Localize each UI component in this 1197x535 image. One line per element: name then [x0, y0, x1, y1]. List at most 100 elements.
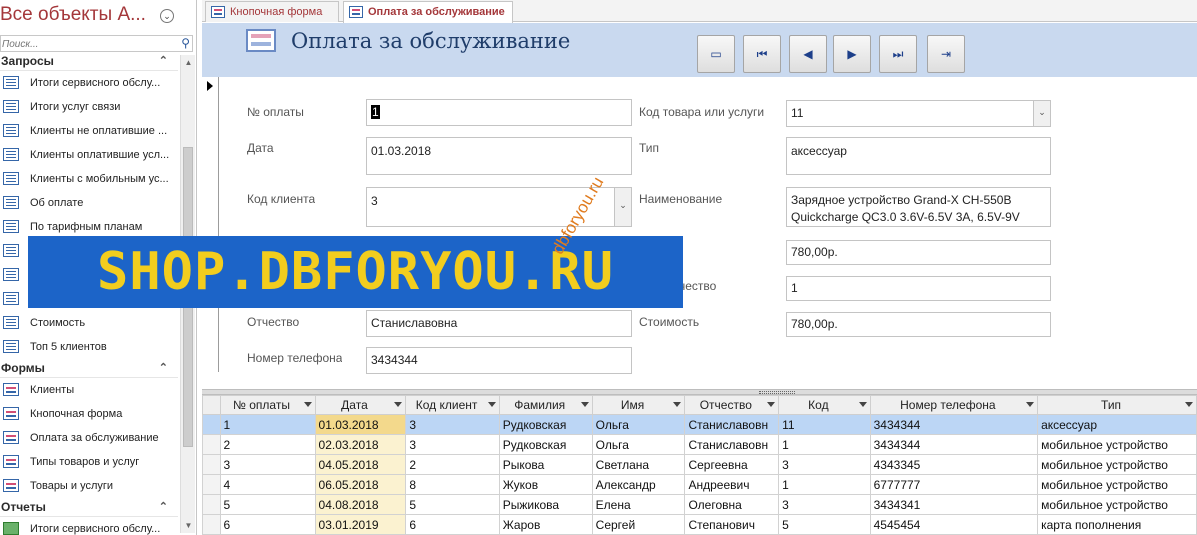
payment-no-field[interactable]: 1	[366, 99, 632, 126]
table-cell[interactable]: 4343345	[869, 454, 1039, 475]
sort-filter-icon[interactable]	[767, 402, 776, 407]
table-cell[interactable]: Степанович	[684, 514, 780, 535]
nav-item-query[interactable]: Клиенты не оплатившие ...	[0, 119, 178, 143]
table-cell[interactable]: 3	[405, 414, 500, 435]
table-row[interactable]: 2 02.03.2018 3 Рудковская Ольга Станиславовн 1…	[202, 434, 1197, 455]
date-field[interactable]: 01.03.2018	[366, 137, 632, 175]
table-row[interactable]: 4 06.05.2018 8 Жуков Александр Андреевич 1 6777…	[202, 474, 1197, 495]
dropdown-arrow-icon[interactable]: ⌄	[614, 188, 631, 226]
table-cell[interactable]: Андреевич	[684, 474, 780, 495]
dropdown-arrow-icon[interactable]: ⌄	[1033, 101, 1050, 126]
nav-item-form[interactable]: Кнопочная форма	[0, 402, 178, 426]
table-row[interactable]: 6 03.01.2019 6 Жаров Сергей Степанович 5 454545…	[202, 514, 1197, 535]
next-record-button[interactable]: ▶	[833, 35, 871, 73]
table-cell[interactable]: Жуков	[498, 474, 593, 495]
nav-item-query[interactable]: Клиенты с мобильным ус...	[0, 167, 178, 191]
scroll-down-icon[interactable]: ▼	[181, 518, 196, 533]
table-cell[interactable]: 1	[219, 414, 316, 435]
table-cell[interactable]: Ольга	[591, 434, 686, 455]
nav-item-form[interactable]: Типы товаров и услуг	[0, 450, 178, 474]
nav-item-query[interactable]: Итоги сервисного обслу...	[0, 71, 178, 95]
nav-item-form[interactable]: Товары и услуги	[0, 474, 178, 498]
nav-group-forms[interactable]: Формы ⌃	[0, 359, 178, 378]
table-cell[interactable]: 3	[405, 434, 500, 455]
table-cell[interactable]: Рудковская	[498, 414, 593, 435]
collapse-chevron-icon[interactable]: ⌃	[159, 498, 168, 517]
nav-item-report[interactable]: Итоги сервисного обслу...	[0, 517, 178, 535]
table-cell[interactable]: Ольга	[591, 414, 686, 435]
table-cell[interactable]: 6	[405, 514, 500, 535]
table-cell[interactable]: 2	[219, 434, 316, 455]
table-cell[interactable]: 03.01.2019	[314, 514, 407, 535]
table-cell[interactable]: Жаров	[498, 514, 593, 535]
search-icon[interactable]: ⚲	[181, 36, 190, 50]
table-cell[interactable]: 3434344	[869, 414, 1039, 435]
column-header[interactable]: Номер телефона	[869, 395, 1039, 415]
nav-item-form[interactable]: Оплата за обслуживание	[0, 426, 178, 450]
quantity-field[interactable]: 1	[786, 276, 1051, 301]
nav-group-reports[interactable]: Отчеты ⌃	[0, 498, 178, 517]
last-record-button[interactable]: ⏭	[879, 35, 917, 73]
row-selector[interactable]	[202, 494, 221, 515]
table-cell[interactable]: 5	[405, 494, 500, 515]
nav-menu-chevron-icon[interactable]: ⌄	[160, 9, 174, 23]
sort-filter-icon[interactable]	[487, 402, 496, 407]
nav-item-query[interactable]: Клиенты оплатившие усл...	[0, 143, 178, 167]
close-form-button[interactable]: ⇥	[927, 35, 965, 73]
table-cell[interactable]: Светлана	[591, 454, 686, 475]
tab-payment-form[interactable]: Оплата за обслуживание	[343, 1, 513, 23]
table-cell[interactable]: аксессуар	[1037, 414, 1197, 435]
table-cell[interactable]: 4	[219, 474, 316, 495]
column-header[interactable]: Код	[778, 395, 871, 415]
product-code-combo[interactable]: 11 ⌄	[786, 100, 1051, 127]
table-cell[interactable]: Сергеевна	[684, 454, 780, 475]
table-cell[interactable]: 3	[778, 454, 871, 475]
tab-switchboard[interactable]: Кнопочная форма	[205, 1, 339, 22]
column-header[interactable]: Дата	[314, 395, 407, 415]
table-cell[interactable]: 11	[778, 414, 871, 435]
table-cell[interactable]: мобильное устройство	[1037, 454, 1197, 475]
patronymic-field[interactable]: Станиславовна	[366, 310, 632, 337]
new-record-button[interactable]: ▭	[697, 35, 735, 73]
table-cell[interactable]: 01.03.2018	[314, 414, 407, 435]
table-cell[interactable]: Станиславовн	[684, 414, 780, 435]
name-field[interactable]: Зарядное устройство Grand-X CH-550B Quic…	[786, 187, 1051, 227]
row-selector[interactable]	[202, 454, 221, 475]
table-cell[interactable]: Олеговна	[684, 494, 780, 515]
column-header[interactable]: Отчество	[684, 395, 780, 415]
table-cell[interactable]: мобильное устройство	[1037, 494, 1197, 515]
table-cell[interactable]: Сергей	[591, 514, 686, 535]
nav-item-query[interactable]: Об оплате	[0, 191, 178, 215]
table-cell[interactable]: 3	[219, 454, 316, 475]
scroll-up-icon[interactable]: ▲	[181, 55, 196, 70]
row-selector[interactable]	[202, 514, 221, 535]
table-cell[interactable]: 02.03.2018	[314, 434, 407, 455]
sort-filter-icon[interactable]	[303, 402, 312, 407]
column-header[interactable]: Имя	[591, 395, 686, 415]
table-cell[interactable]: 06.05.2018	[314, 474, 407, 495]
table-cell[interactable]: 1	[778, 474, 871, 495]
table-cell[interactable]: Елена	[591, 494, 686, 515]
type-field[interactable]: аксессуар	[786, 137, 1051, 175]
sort-filter-icon[interactable]	[858, 402, 867, 407]
column-header[interactable]: № оплаты	[219, 395, 316, 415]
price-field[interactable]: 780,00р.	[786, 240, 1051, 265]
row-selector[interactable]	[202, 414, 221, 435]
table-cell[interactable]: 8	[405, 474, 500, 495]
table-cell[interactable]: 3434344	[869, 434, 1039, 455]
table-row[interactable]: 1 01.03.2018 3 Рудковская Ольга Станиславовн 1…	[202, 414, 1197, 435]
table-cell[interactable]: 6777777	[869, 474, 1039, 495]
table-cell[interactable]: карта пополнения	[1037, 514, 1197, 535]
table-row[interactable]: 5 04.08.2018 5 Рыжикова Елена Олеговна 3 343434…	[202, 494, 1197, 515]
phone-field[interactable]: 3434344	[366, 347, 632, 374]
column-header[interactable]: Тип	[1037, 395, 1197, 415]
table-cell[interactable]: Рыкова	[498, 454, 593, 475]
table-cell[interactable]: Рыжикова	[498, 494, 593, 515]
table-cell[interactable]: 2	[405, 454, 500, 475]
sort-filter-icon[interactable]	[394, 402, 403, 407]
record-selector[interactable]	[202, 77, 219, 372]
nav-item-query[interactable]: Стоимость	[0, 311, 178, 335]
nav-group-queries[interactable]: Запросы ⌃	[0, 52, 178, 71]
table-row[interactable]: 3 04.05.2018 2 Рыкова Светлана Сергеевна 3 4343…	[202, 454, 1197, 475]
table-cell[interactable]: Станиславовн	[684, 434, 780, 455]
